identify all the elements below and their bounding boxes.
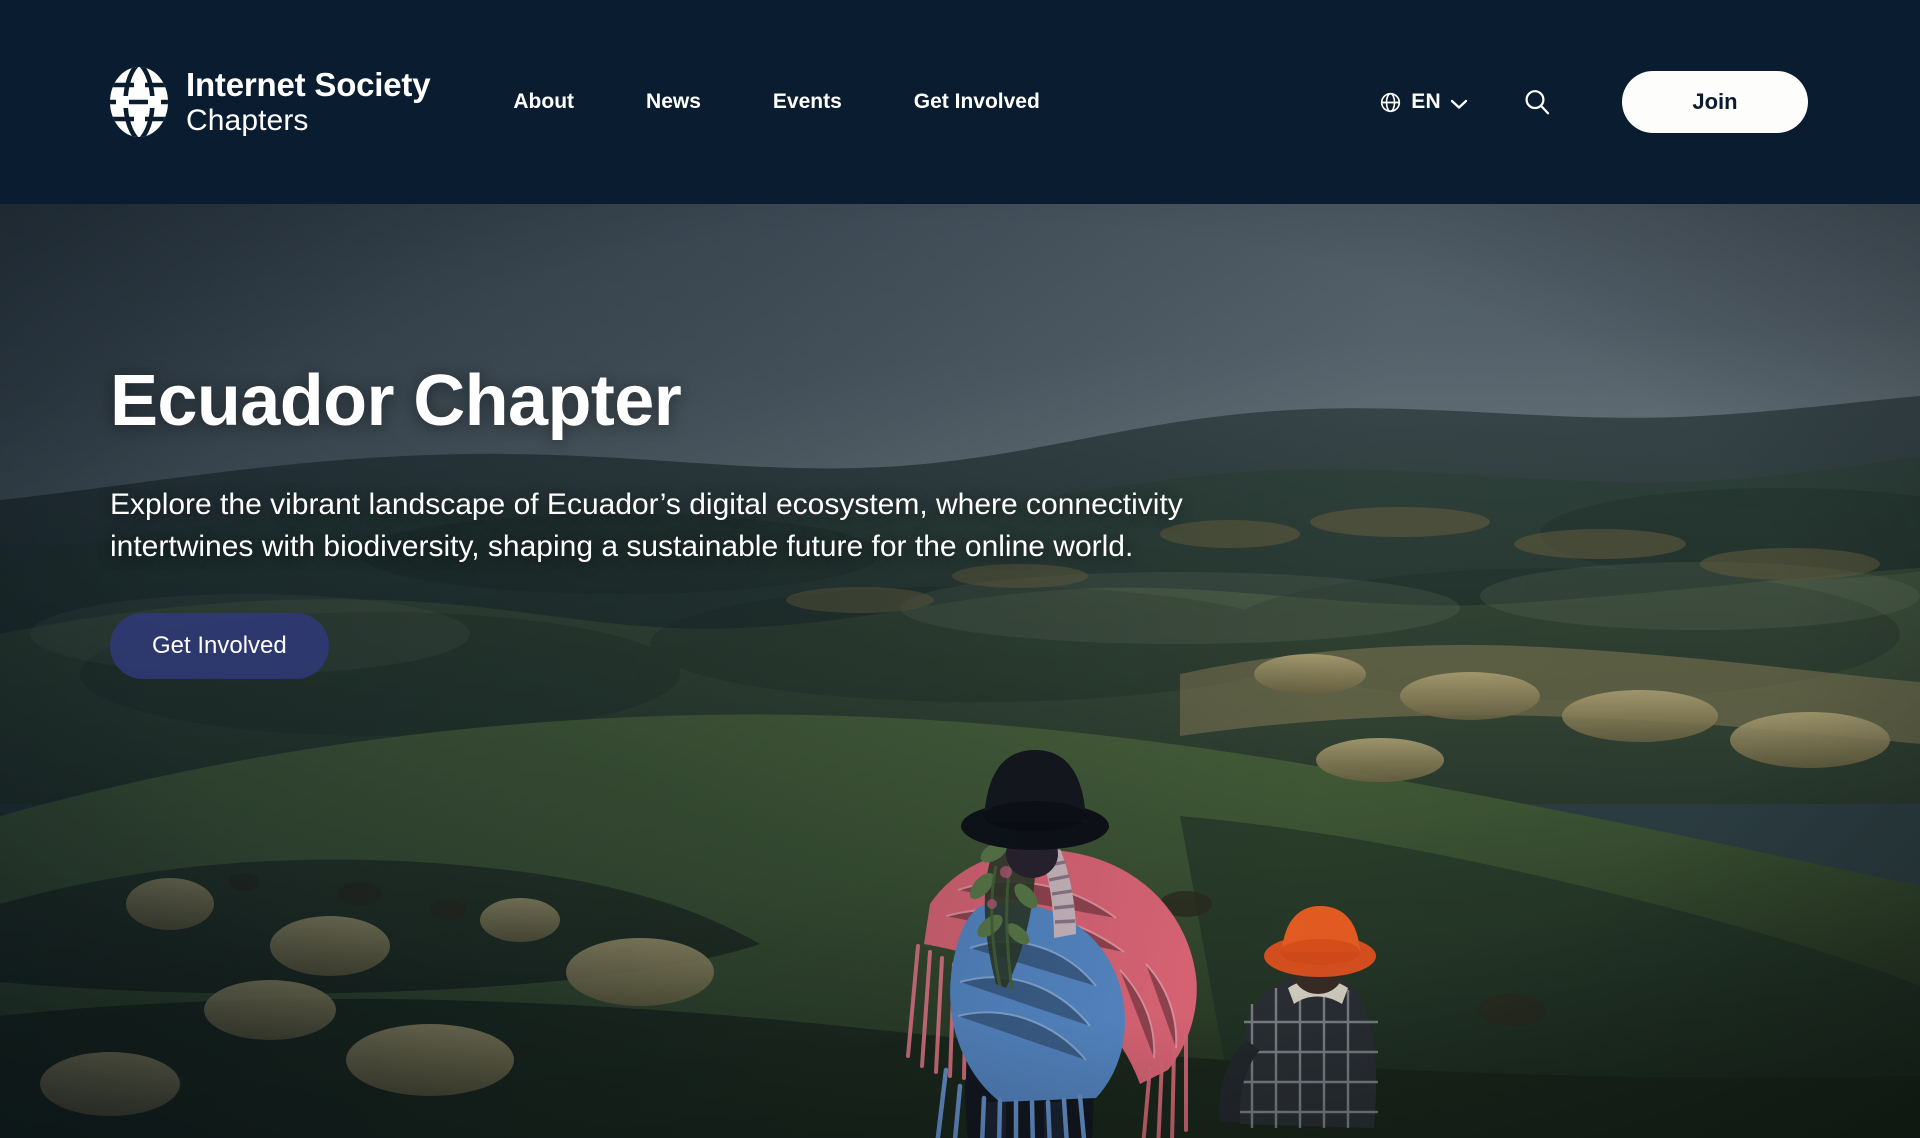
- language-selector[interactable]: EN: [1379, 90, 1468, 114]
- header-utilities: EN Join: [1379, 71, 1808, 133]
- search-button[interactable]: [1522, 87, 1552, 117]
- main-navigation: About News Events Get Involved: [513, 80, 1039, 124]
- join-button[interactable]: Join: [1622, 71, 1808, 133]
- nav-item-about[interactable]: About: [513, 80, 574, 124]
- site-header: Internet Society Chapters About News Eve…: [0, 0, 1920, 204]
- language-code: EN: [1411, 90, 1441, 113]
- chevron-down-icon: [1450, 95, 1468, 110]
- hero-section: Ecuador Chapter Explore the vibrant land…: [0, 204, 1920, 1138]
- search-icon: [1522, 87, 1552, 117]
- brand-subtitle: Chapters: [186, 104, 309, 137]
- brand-logo-link[interactable]: Internet Society Chapters: [108, 65, 431, 139]
- nav-item-news[interactable]: News: [646, 80, 701, 124]
- globe-icon: [108, 65, 170, 139]
- brand-title: Internet Society: [186, 66, 431, 103]
- globe-icon: [1379, 91, 1402, 114]
- page-title: Ecuador Chapter: [110, 361, 682, 441]
- hero-content: Ecuador Chapter Explore the vibrant land…: [110, 361, 1330, 679]
- get-involved-button[interactable]: Get Involved: [110, 612, 329, 679]
- hero-subtitle: Explore the vibrant landscape of Ecuador…: [110, 487, 1183, 564]
- nav-item-get-involved[interactable]: Get Involved: [914, 80, 1040, 124]
- nav-item-events[interactable]: Events: [773, 80, 842, 124]
